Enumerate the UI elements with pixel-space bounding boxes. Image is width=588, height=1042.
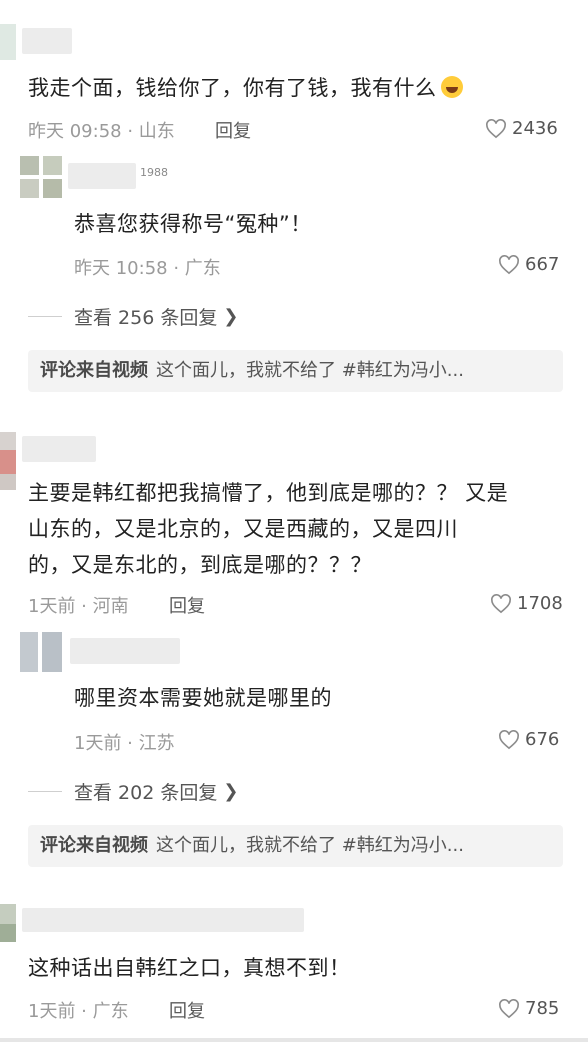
reply-text: 恭喜您获得称号“冤种”！ <box>74 212 312 236</box>
like-button[interactable]: 785 <box>498 998 559 1019</box>
reply-username-blurred[interactable] <box>68 163 136 189</box>
heart-outline-icon <box>486 118 506 138</box>
chevron-right-icon: ❯ <box>223 781 239 802</box>
expand-replies-button[interactable]: 查看 202 条回复 ❯ <box>28 778 238 805</box>
avatar[interactable] <box>0 432 16 490</box>
divider <box>28 316 62 317</box>
reply-like-button[interactable]: 667 <box>498 254 559 275</box>
expand-label: 查看 256 条回复 <box>74 307 218 329</box>
like-button[interactable]: 2436 <box>485 118 558 139</box>
chevron-right-icon: ❯ <box>223 306 239 327</box>
divider <box>28 791 62 792</box>
comment-time-location: 1天前 · 河南 <box>28 596 129 617</box>
comment-time-location: 昨天 09:58 · 山东 <box>28 121 175 142</box>
reply-text: 哪里资本需要她就是哪里的 <box>74 686 332 710</box>
source-label: 评论来自视频 <box>40 835 148 856</box>
comment-text: 我走个面，钱给你了，你有了钱，我有什么 <box>28 70 463 106</box>
comment-text: 这种话出自韩红之口，真想不到！ <box>28 956 351 980</box>
username-blurred[interactable] <box>22 28 72 54</box>
heart-outline-icon <box>499 998 519 1018</box>
like-count: 676 <box>525 729 560 750</box>
like-button[interactable]: 1708 <box>490 593 563 614</box>
source-text: 这个面儿，我就不给了 #韩红为冯小... <box>156 360 464 381</box>
reply-like-button[interactable]: 676 <box>498 729 559 750</box>
reply-avatar[interactable] <box>20 156 62 198</box>
video-source-banner[interactable]: 评论来自视频 这个面儿，我就不给了 #韩红为冯小... <box>28 825 563 867</box>
like-count: 667 <box>525 254 560 275</box>
reply-username-blurred[interactable] <box>70 638 180 664</box>
heart-outline-icon <box>499 254 519 274</box>
heart-outline-icon <box>491 593 511 613</box>
comment-text-line: 山东的，又是北京的，又是西藏的，又是四川 <box>28 517 458 541</box>
like-count: 785 <box>525 998 560 1019</box>
comment-time-location: 1天前 · 广东 <box>28 1001 129 1022</box>
comment-text-line: 的，又是东北的，到底是哪的？？？ <box>28 553 372 577</box>
expand-replies-button[interactable]: 查看 256 条回复 ❯ <box>28 303 238 330</box>
reply-badge: 1988 <box>140 166 168 179</box>
bottom-divider <box>0 1038 588 1042</box>
comment-text-line: 主要是韩红都把我搞懵了，他到底是哪的？？ 又是 <box>28 481 509 505</box>
heart-outline-icon <box>499 729 519 749</box>
reply-time-location: 1天前 · 江苏 <box>74 733 175 754</box>
avatar[interactable] <box>0 904 16 942</box>
like-count: 2436 <box>512 118 558 139</box>
reply-button[interactable]: 回复 <box>215 117 251 143</box>
comment-text: 主要是韩红都把我搞懵了，他到底是哪的？？ 又是 山东的，又是北京的，又是西藏的，… <box>28 475 508 583</box>
source-text: 这个面儿，我就不给了 #韩红为冯小... <box>156 835 464 856</box>
expand-label: 查看 202 条回复 <box>74 782 218 804</box>
username-blurred[interactable] <box>22 908 304 932</box>
video-source-banner[interactable]: 评论来自视频 这个面儿，我就不给了 #韩红为冯小... <box>28 350 563 392</box>
avatar[interactable] <box>0 24 16 60</box>
username-blurred[interactable] <box>22 436 96 462</box>
reply-time-location: 昨天 10:58 · 广东 <box>74 258 221 279</box>
reply-button[interactable]: 回复 <box>169 592 205 618</box>
reply-button[interactable]: 回复 <box>169 997 205 1023</box>
source-label: 评论来自视频 <box>40 360 148 381</box>
like-count: 1708 <box>517 593 563 614</box>
reply-avatar[interactable] <box>20 632 62 672</box>
laughing-crying-emoji-icon <box>440 76 463 98</box>
